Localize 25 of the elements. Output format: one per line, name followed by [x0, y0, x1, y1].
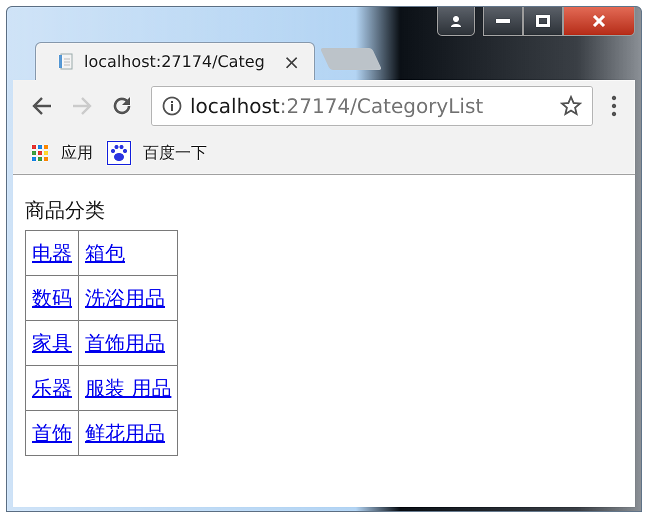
new-tab-button[interactable]	[320, 48, 382, 70]
profile-button[interactable]	[437, 7, 475, 36]
url-text: localhost:27174/CategoryList	[190, 94, 484, 118]
page-icon	[58, 52, 74, 70]
address-bar[interactable]: localhost:27174/CategoryList	[151, 86, 593, 126]
apps-grid-icon	[31, 144, 49, 162]
reload-icon[interactable]	[111, 95, 133, 117]
tab-close-button[interactable]: ×	[283, 50, 300, 74]
page-heading: 商品分类	[25, 197, 106, 224]
menu-icon[interactable]	[611, 95, 617, 117]
info-icon	[162, 96, 182, 116]
star-icon[interactable]	[560, 95, 582, 117]
minimize-icon	[496, 18, 510, 24]
browser-tab[interactable]: localhost:27174/Categ ×	[35, 42, 315, 80]
paw-icon	[107, 141, 131, 165]
tab-title: localhost:27174/Categ	[84, 52, 266, 71]
minimize-button[interactable]	[483, 7, 523, 36]
bookmark-link[interactable]: 百度一下	[143, 142, 207, 164]
maximize-icon	[536, 15, 550, 27]
bookmark-link[interactable]: 应用	[61, 142, 93, 164]
person-icon	[450, 15, 462, 27]
maximize-button[interactable]	[523, 7, 563, 36]
close-button[interactable]	[563, 7, 635, 36]
back-icon[interactable]	[31, 96, 53, 116]
close-icon	[592, 15, 606, 27]
